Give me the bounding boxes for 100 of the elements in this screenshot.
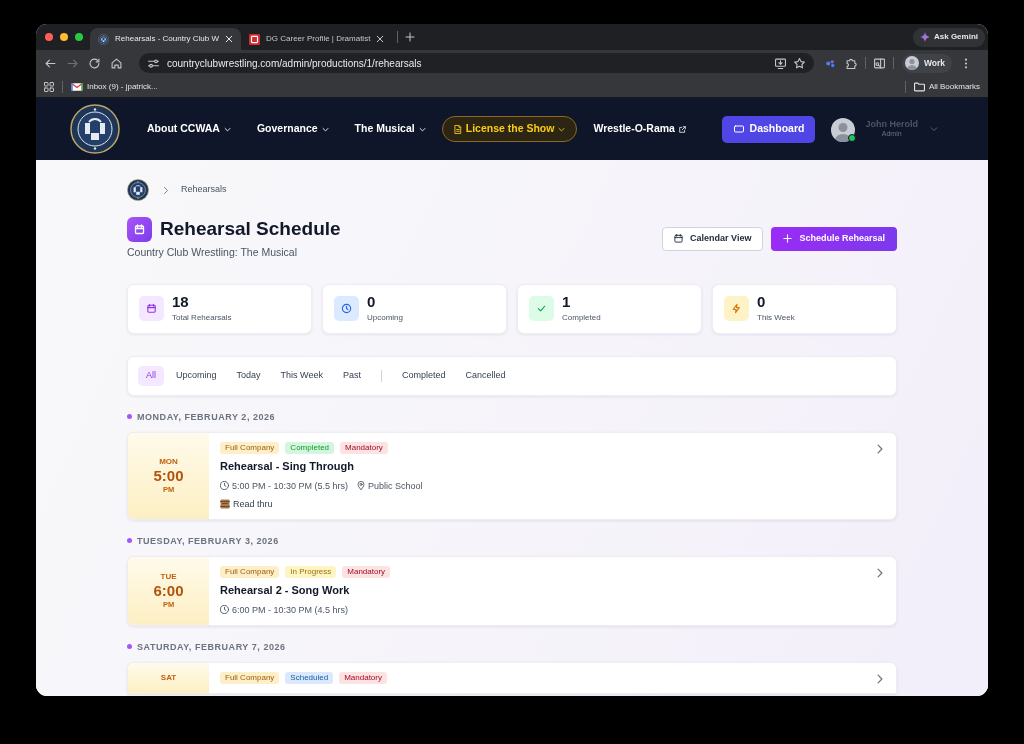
profile-button[interactable]: Work	[902, 53, 953, 73]
browser-tab[interactable]: DG Career Profile | Dramatist	[241, 28, 393, 50]
plus-icon	[783, 234, 793, 244]
stat-value: 0	[757, 293, 767, 309]
close-icon[interactable]	[376, 35, 385, 43]
caret-icon	[223, 125, 231, 133]
rehearsal-title: Rehearsal - Sing Through	[220, 459, 355, 473]
dashboard-button[interactable]: Dashboard	[722, 115, 816, 143]
start-time: 6:00	[153, 582, 184, 601]
chevron-right-icon	[163, 186, 169, 194]
mail-icon	[71, 81, 83, 92]
rehearsal-tag: Scheduled	[285, 671, 334, 684]
weekday-label: MON	[159, 457, 178, 468]
square-favicon-icon	[249, 33, 261, 45]
filter-tab[interactable]: This Week	[272, 365, 331, 386]
reload-icon[interactable]	[89, 57, 100, 69]
side-panel-icon[interactable]	[874, 57, 885, 69]
day-heading: MONDAY, FEBRUARY 2, 2026	[137, 410, 276, 423]
apps-grid-icon[interactable]	[44, 81, 54, 92]
breadcrumb-current: Rehearsals	[181, 183, 227, 197]
filter-tab[interactable]: Past	[334, 365, 369, 386]
rehearsal-tag: Full Company	[220, 565, 280, 578]
clock-icon	[220, 481, 229, 491]
timeline-dot-icon	[127, 414, 132, 420]
window-zoom-icon[interactable]	[75, 33, 83, 41]
user-avatar-icon[interactable]	[831, 117, 856, 142]
weekday-label: TUE	[160, 572, 177, 583]
note-text: Read thru	[233, 497, 273, 510]
puzzle-icon[interactable]	[846, 57, 857, 69]
schedule-rehearsal-button[interactable]: Schedule Rehearsal	[771, 226, 897, 251]
stat-label: Total Rehearsals	[172, 311, 232, 324]
map-pin-icon	[357, 481, 366, 491]
browser-tab[interactable]: Rehearsals - Country Club W	[90, 28, 242, 50]
weekday-label: SAT	[160, 672, 177, 683]
rehearsal-tag: Full Company	[220, 671, 280, 684]
page-subtitle: Country Club Wrestling: The Musical	[127, 245, 298, 260]
stat-label: This Week	[757, 311, 795, 324]
calendar-icon	[674, 234, 684, 244]
time-range: 6:00 PM - 10:30 PM (4.5 hrs)	[232, 603, 349, 616]
stat-value: 0	[367, 293, 377, 309]
chevron-right-icon[interactable]	[877, 443, 883, 454]
ask-gemini-button[interactable]: Ask Gemini	[913, 27, 985, 47]
rehearsal-tag: Full Company	[220, 441, 280, 454]
nav-link[interactable]: Wrestle-O-Rama	[580, 121, 699, 137]
stat-value: 18	[172, 293, 190, 309]
document-icon	[453, 124, 462, 134]
bookmark-star-icon[interactable]	[794, 57, 805, 69]
day-heading: TUESDAY, FEBRUARY 3, 2026	[137, 534, 279, 547]
rehearsal-tag: Mandatory	[342, 565, 391, 578]
caret-icon	[418, 125, 426, 133]
home-icon[interactable]	[111, 57, 122, 69]
window-close-icon[interactable]	[45, 33, 53, 41]
rehearsal-tag: Mandatory	[339, 671, 387, 684]
nav-dropdown-link[interactable]: The Musical	[341, 121, 439, 137]
scroll-icon	[220, 498, 230, 509]
crest-favicon-icon	[98, 33, 109, 45]
new-tab-icon[interactable]	[405, 32, 416, 42]
home-crest-icon[interactable]	[127, 179, 149, 201]
clock-icon	[220, 605, 229, 615]
avatar-icon[interactable]	[905, 56, 919, 70]
featured-nav-link[interactable]: License the Show	[441, 116, 578, 142]
filter-tab[interactable]: Completed	[393, 365, 454, 386]
rehearsal-tag: Completed	[285, 441, 335, 454]
filter-tab[interactable]: Today	[228, 365, 269, 386]
rehearsal-tag: In Progress	[285, 565, 337, 578]
site-settings-icon[interactable]	[148, 57, 159, 69]
stat-value: 1	[562, 293, 572, 309]
nav-dropdown-link[interactable]: Governance	[243, 121, 342, 137]
rehearsal-title: Rehearsal 2 - Song Work	[220, 583, 351, 597]
filter-tab[interactable]: All	[138, 365, 164, 386]
day-heading: SATURDAY, FEBRUARY 7, 2026	[137, 640, 286, 653]
rehearsal-card[interactable]: SAT Full Company Scheduled Mandatory	[127, 661, 897, 694]
calendar-view-button[interactable]: Calendar View	[662, 226, 764, 251]
check-icon	[529, 296, 554, 322]
close-icon[interactable]	[225, 35, 234, 43]
caret-icon	[558, 125, 566, 133]
folder-icon	[913, 81, 925, 92]
nav-dropdown-link[interactable]: About CCWAA	[134, 121, 244, 137]
stat-label: Upcoming	[367, 311, 403, 324]
extension-icon[interactable]	[826, 58, 835, 68]
external-link-icon	[678, 125, 686, 133]
crest-logo[interactable]	[70, 104, 120, 154]
filter-tab[interactable]: Cancelled	[457, 365, 514, 386]
calendar-icon	[139, 296, 164, 322]
window-minimize-icon[interactable]	[60, 33, 68, 41]
rectangle-icon	[733, 125, 744, 133]
address-bar[interactable]: countryclubwrestling.com/admin/productions/1/rehearsals	[139, 53, 814, 73]
filter-tab[interactable]: Upcoming	[168, 365, 225, 386]
back-icon[interactable]	[45, 57, 56, 69]
chevron-right-icon[interactable]	[877, 673, 883, 684]
time-range: 5:00 PM - 10:30 PM (5.5 hrs)	[232, 479, 349, 492]
timeline-dot-icon	[127, 644, 132, 650]
user-name: John Herold	[865, 119, 918, 130]
bookmark-link[interactable]: Inbox (9) - jpatrick...	[71, 80, 158, 93]
lightning-icon	[724, 296, 749, 322]
all-bookmarks-link[interactable]: All Bookmarks	[913, 80, 980, 93]
chevron-right-icon[interactable]	[877, 567, 883, 578]
clock-icon	[334, 296, 359, 322]
menu-icon[interactable]	[964, 57, 969, 69]
install-icon[interactable]	[775, 57, 786, 69]
